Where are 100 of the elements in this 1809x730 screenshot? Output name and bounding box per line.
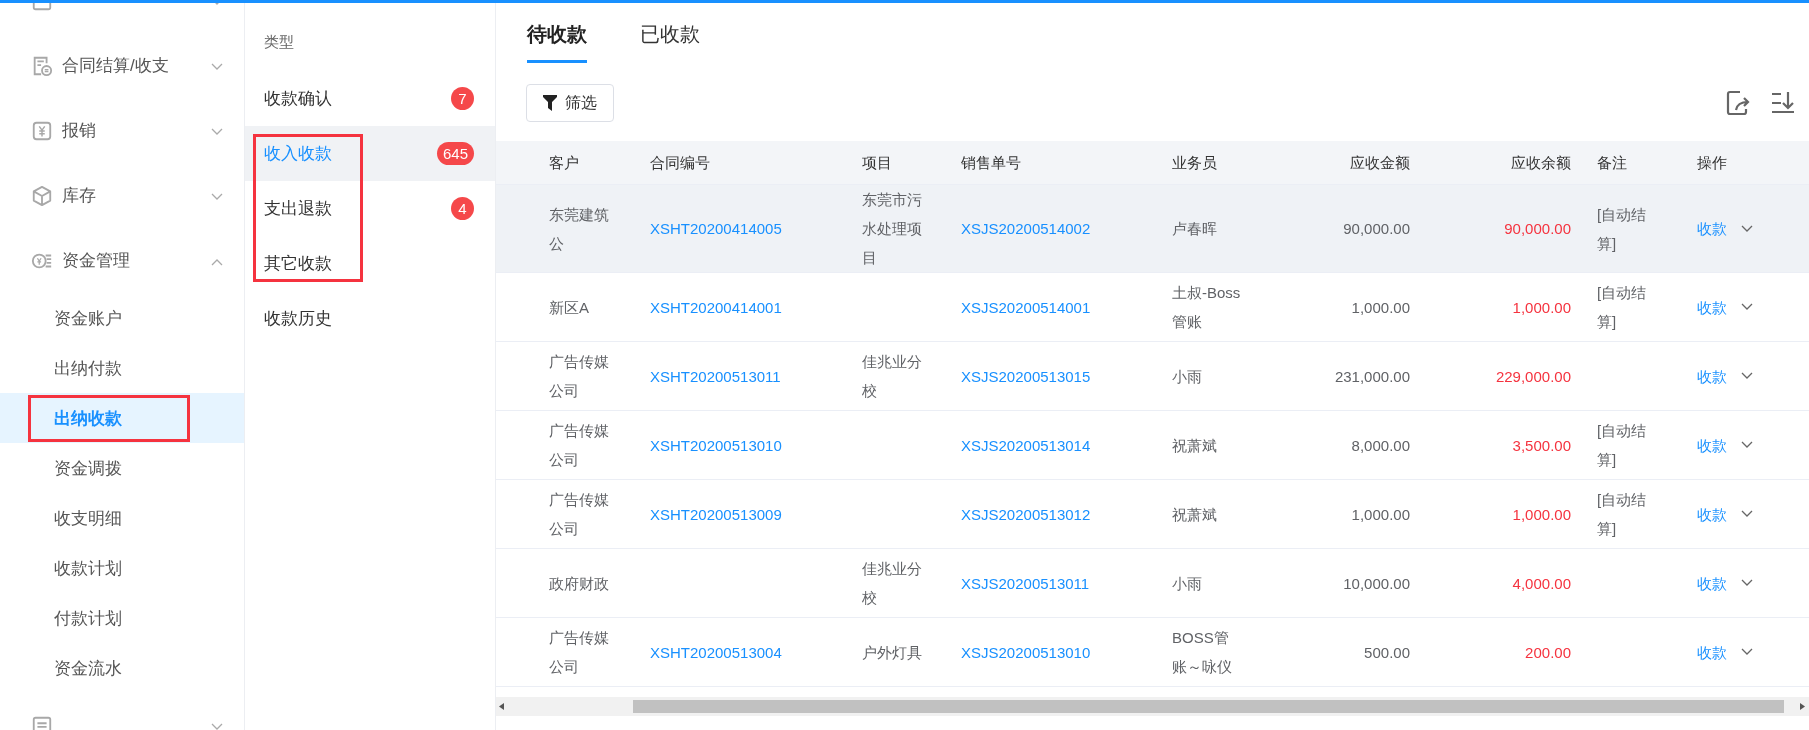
table-cell-text: 户外灯具 xyxy=(862,642,922,663)
table-cell-text: 新区A xyxy=(549,297,589,318)
sidebar-group-label: 资金管理 xyxy=(62,250,131,272)
table-cell-text: 祝萧斌 xyxy=(1172,504,1217,525)
table-cell-text: 1,000.00 xyxy=(1351,297,1410,318)
table-cell-text: 90,000.00 xyxy=(1504,219,1571,239)
scroll-left-icon[interactable] xyxy=(499,703,504,710)
sort-down-icon[interactable] xyxy=(1770,90,1796,116)
column-header: 客户 xyxy=(549,153,579,173)
sidebar-item[interactable]: 资金账户 xyxy=(0,293,244,343)
category-item[interactable]: 收款历史 xyxy=(245,291,495,346)
filter-icon xyxy=(543,95,557,111)
table-cell-text: 广告传媒公司 xyxy=(549,421,610,470)
filter-button[interactable]: 筛选 xyxy=(526,84,614,122)
sidebar-item[interactable]: 收款计划 xyxy=(0,543,244,593)
table-row[interactable]: 广告传媒公司 XSHT20200513009 XSJS20200513012 祝萧斌 1,000.00 1,000.00 [自动结算] 收款 xyxy=(496,480,1809,549)
table-cell-text: [自动结算] xyxy=(1597,204,1648,254)
chevron-down-icon xyxy=(1741,303,1753,311)
sidebar-item[interactable]: 付款计划 xyxy=(0,593,244,643)
category-label: 收款确认 xyxy=(264,88,333,110)
column-header: 应收金额 xyxy=(1350,153,1410,173)
chevron-down-icon xyxy=(1741,224,1753,233)
category-item[interactable]: 其它收款 xyxy=(245,236,495,291)
scroll-right-icon[interactable] xyxy=(1800,703,1805,710)
category-item[interactable]: 支出退款 4 xyxy=(245,181,495,236)
table-cell-text: 8,000.00 xyxy=(1351,435,1410,456)
category-item[interactable]: 收入收款 645 xyxy=(245,126,495,181)
table-cell-text: 90,000.00 xyxy=(1343,219,1410,239)
receive-link[interactable]: 收款 xyxy=(1697,499,1727,529)
chevron-down-icon xyxy=(211,127,223,136)
receive-link[interactable]: 收款 xyxy=(1697,637,1727,667)
sidebar-item[interactable]: 资金调拨 xyxy=(0,443,244,493)
column-header: 项目 xyxy=(862,153,892,173)
export-icon[interactable] xyxy=(1726,90,1752,116)
table-row[interactable]: 政府财政 佳兆业分校 XSJS20200513011 小雨 10,000.00 4,000.00 收款 xyxy=(496,549,1809,618)
table-cell-text: 东莞建筑公 xyxy=(549,204,610,254)
table-cell-text: 土叔-Boss管账 xyxy=(1172,283,1242,332)
sidebar-group-label: 库存 xyxy=(62,185,97,207)
receive-link[interactable]: 收款 xyxy=(1697,568,1727,598)
table-cell-text: 1,000.00 xyxy=(1512,297,1571,318)
category-label: 收入收款 xyxy=(264,143,333,165)
table-cell-text: [自动结算] xyxy=(1597,283,1648,332)
table-cell-text: [自动结算] xyxy=(1597,490,1648,539)
table-cell-text: 4,000.00 xyxy=(1512,573,1571,594)
category-label: 收款历史 xyxy=(264,308,333,330)
chevron-down-icon xyxy=(1741,510,1753,518)
table-cell-text: 1,000.00 xyxy=(1351,504,1410,525)
table-cell-text: 祝萧斌 xyxy=(1172,435,1217,456)
table-row[interactable]: 广告传媒公司 XSHT20200513011 佳兆业分校 XSJS20200513015 小雨 231,000.00 229,000.00 收款 xyxy=(496,342,1809,411)
table-cell-text: BOSS管账～咏仪 xyxy=(1172,628,1233,677)
receive-link[interactable]: 收款 xyxy=(1697,292,1727,322)
tab[interactable]: 已收款 xyxy=(640,3,700,63)
sidebar-group-label: 合同结算/收支 xyxy=(62,55,170,77)
sidebar-item[interactable]: 收支明细 xyxy=(0,493,244,543)
column-header: 应收余额 xyxy=(1511,153,1571,173)
table-row[interactable]: 广告传媒公司 XSHT20200513010 XSJS20200513014 祝萧斌 8,000.00 3,500.00 [自动结算] 收款 xyxy=(496,411,1809,480)
sidebar-item[interactable]: 资金流水 xyxy=(0,643,244,693)
table-cell-text: 200.00 xyxy=(1525,642,1571,663)
sidebar-group[interactable]: 报销 xyxy=(0,98,244,163)
receive-link[interactable]: 收款 xyxy=(1697,361,1727,391)
sidebar-group[interactable]: 库存 xyxy=(0,163,244,228)
column-header: 合同编号 xyxy=(650,153,710,173)
table-cell-text: 小雨 xyxy=(1172,366,1202,387)
chevron-down-icon xyxy=(211,192,223,201)
chevron-down-icon xyxy=(211,62,223,71)
sidebar-item[interactable]: 出纳付款 xyxy=(0,343,244,393)
count-badge: 4 xyxy=(451,197,474,220)
chevron-down-icon xyxy=(1741,579,1753,587)
table-cell-text: 229,000.00 xyxy=(1495,366,1571,387)
table-row[interactable]: 新区A XSHT20200414001 XSJS20200514001 土叔-Boss管账 1,000.00 1,000.00 [自动结算] 收款 xyxy=(496,273,1809,342)
tab[interactable]: 待收款 xyxy=(527,3,587,63)
table-cell-text: 10,000.00 xyxy=(1343,573,1410,594)
category-label: 其它收款 xyxy=(264,253,333,275)
sidebar-group[interactable]: 资金管理 xyxy=(0,228,244,293)
sidebar-group-label: 报销 xyxy=(62,120,97,142)
category-item[interactable]: 收款确认 7 xyxy=(245,71,495,126)
column-header: 业务员 xyxy=(1172,153,1217,173)
horizontal-scrollbar[interactable] xyxy=(496,697,1809,716)
receive-link[interactable]: 收款 xyxy=(1697,430,1727,460)
sidebar-group[interactable]: 合同结算/收支 xyxy=(0,33,244,98)
table-cell-text: [自动结算] xyxy=(1597,421,1648,470)
cube-icon xyxy=(31,184,53,207)
table-cell-text: 政府财政 xyxy=(549,573,609,594)
scrollbar-thumb[interactable] xyxy=(633,700,1784,713)
chevron-down-icon xyxy=(211,722,223,730)
chevron-down-icon xyxy=(1741,648,1753,656)
table-cell-text: 佳兆业分校 xyxy=(862,352,923,401)
table-cell-text: 佳兆业分校 xyxy=(862,559,923,608)
count-badge: 7 xyxy=(451,87,474,110)
table-cell-text: 广告传媒公司 xyxy=(549,490,610,539)
table-cell-text: 卢春晖 xyxy=(1172,219,1217,239)
column-header: 操作 xyxy=(1697,153,1727,173)
table-cell-text: 广告传媒公司 xyxy=(549,352,610,401)
count-badge: 645 xyxy=(436,142,474,165)
table-cell-text: 东莞市污水处理项目 xyxy=(862,190,923,268)
column-header: 备注 xyxy=(1597,153,1627,173)
category-label: 支出退款 xyxy=(264,198,333,220)
panel-title: 类型 xyxy=(263,32,295,52)
yen-icon xyxy=(31,119,53,142)
table-row[interactable]: 广告传媒公司 XSHT20200513004 户外灯具 XSJS20200513010 BOSS管账～咏仪 500.00 200.00 收款 xyxy=(496,618,1809,687)
